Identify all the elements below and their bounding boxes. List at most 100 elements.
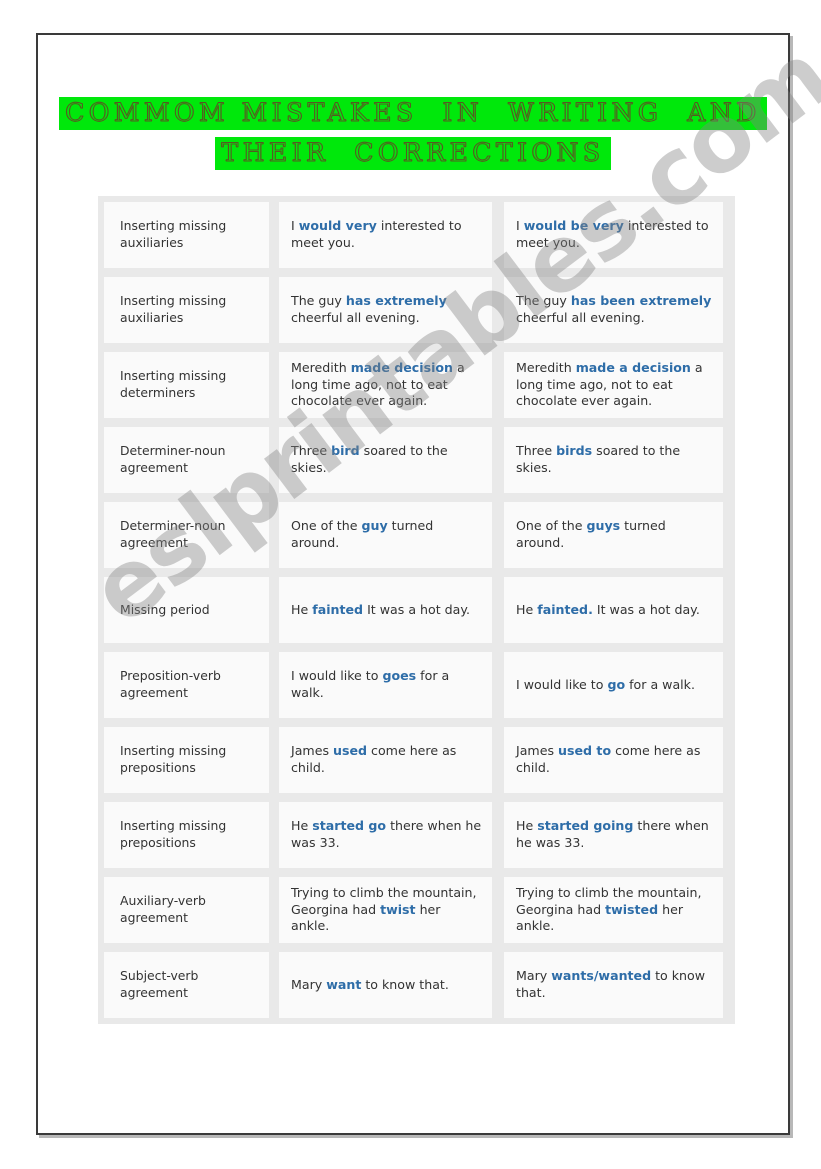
highlighted-term: has extremely xyxy=(345,293,447,309)
mistake-sentence-text: He fainted It was a hot day. xyxy=(291,602,470,619)
highlighted-term: want xyxy=(326,976,362,992)
mistake-sentence-cell: Meredith made decision a long time ago, … xyxy=(279,352,492,418)
plain-text: to know that. xyxy=(361,976,449,992)
mistake-category-cell: Determiner-noun agreement xyxy=(104,502,269,568)
mistake-category-cell: Subject-verb agreement xyxy=(104,952,269,1018)
highlighted-term: bird xyxy=(331,443,360,459)
highlighted-term: started go xyxy=(312,818,387,834)
mistake-sentence-cell: One of the guy turned around. xyxy=(279,502,492,568)
table-row: Inserting missing prepositions He started… xyxy=(104,802,730,868)
correction-sentence-text: I would be very interested to meet you. xyxy=(516,218,713,252)
correction-sentence-text: One of the guys turned around. xyxy=(516,518,713,552)
correction-sentence-cell: He started going there when he was 33. xyxy=(504,802,723,868)
mistake-sentence-text: One of the guy turned around. xyxy=(291,518,482,552)
highlighted-term: go xyxy=(607,676,626,692)
correction-sentence-text: James used to come here as child. xyxy=(516,743,713,777)
highlighted-term: would be very xyxy=(523,218,624,234)
mistake-category-cell: Inserting missing auxiliaries xyxy=(104,202,269,268)
mistake-sentence-text: Meredith made decision a long time ago, … xyxy=(291,360,482,411)
plain-text: He xyxy=(291,818,313,834)
highlighted-term: started going xyxy=(537,818,634,834)
mistake-category-text: Determiner-noun agreement xyxy=(120,443,226,475)
correction-sentence-cell: The guy has been extremely cheerful all … xyxy=(504,277,723,343)
mistake-sentence-text: Three bird soared to the skies. xyxy=(291,443,482,477)
table-row: Determiner-noun agreement One of the guy … xyxy=(104,502,730,568)
table-row: Inserting missing determiners Meredith ma… xyxy=(104,352,730,418)
plain-text: He xyxy=(516,601,538,617)
mistake-sentence-text: He started go there when he was 33. xyxy=(291,818,482,852)
plain-text: He xyxy=(516,818,538,834)
plain-text: cheerful all evening. xyxy=(291,310,420,325)
mistake-category-cell: Inserting missing determiners xyxy=(104,352,269,418)
correction-sentence-cell: Meredith made a decision a long time ago… xyxy=(504,352,723,418)
title-line-1: COMMOM MISTAKES IN WRITING AND xyxy=(59,97,767,130)
mistake-sentence-text: I would like to goes for a walk. xyxy=(291,668,482,702)
mistake-category-text: Inserting missing prepositions xyxy=(120,743,227,775)
correction-sentence-text: Three birds soared to the skies. xyxy=(516,443,713,477)
highlighted-term: would very xyxy=(298,218,377,234)
highlighted-term: goes xyxy=(382,668,417,684)
mistake-category-cell: Preposition-verb agreement xyxy=(104,652,269,718)
table-row: Determiner-noun agreement Three bird soar… xyxy=(104,427,730,493)
plain-text: James xyxy=(516,743,559,759)
highlighted-term: birds xyxy=(556,443,593,459)
highlighted-term: used xyxy=(333,743,368,759)
table-row: Inserting missing auxiliaries The guy has… xyxy=(104,277,730,343)
mistake-category-cell: Inserting missing prepositions xyxy=(104,727,269,793)
plain-text: The guy xyxy=(291,293,346,309)
plain-text: Mary xyxy=(291,976,327,992)
highlighted-term: twist xyxy=(380,901,416,917)
mistake-category-text: Subject-verb agreement xyxy=(120,968,199,1000)
correction-sentence-text: He started going there when he was 33. xyxy=(516,818,713,852)
mistake-sentence-cell: He started go there when he was 33. xyxy=(279,802,492,868)
correction-sentence-cell: Mary wants/wanted to know that. xyxy=(504,952,723,1018)
mistake-category-text: Auxiliary-verb agreement xyxy=(120,893,206,925)
highlighted-term: has been extremely xyxy=(570,293,712,309)
table-row: Auxiliary-verb agreement Trying to climb … xyxy=(104,877,730,943)
plain-text: I xyxy=(291,218,299,234)
mistake-category-text: Determiner-noun agreement xyxy=(120,518,226,550)
plain-text: Meredith xyxy=(516,359,576,375)
mistake-category-cell: Inserting missing auxiliaries xyxy=(104,277,269,343)
mistake-category-text: Preposition-verb agreement xyxy=(120,668,221,700)
plain-text: for a walk. xyxy=(625,676,695,692)
mistake-sentence-text: I would very interested to meet you. xyxy=(291,218,482,252)
plain-text: cheerful all evening. xyxy=(516,310,645,325)
plain-text: Mary xyxy=(516,968,552,984)
table-row: Missing period He fainted It was a hot da… xyxy=(104,577,730,643)
worksheet-page: COMMOM MISTAKES IN WRITING AND THEIR COR… xyxy=(36,33,790,1135)
mistake-sentence-cell: The guy has extremely cheerful all eveni… xyxy=(279,277,492,343)
highlighted-term: made decision xyxy=(350,359,454,375)
plain-text: It was a hot day. xyxy=(363,601,471,617)
mistake-category-cell: Missing period xyxy=(104,577,269,643)
highlighted-term: guy xyxy=(361,518,388,534)
correction-sentence-cell: Trying to climb the mountain, Georgina h… xyxy=(504,877,723,943)
mistake-category-text: Inserting missing prepositions xyxy=(120,818,227,850)
table-row: Preposition-verb agreement I would like t… xyxy=(104,652,730,718)
correction-sentence-cell: He fainted. It was a hot day. xyxy=(504,577,723,643)
highlighted-term: fainted xyxy=(312,601,364,617)
mistake-category-text: Inserting missing determiners xyxy=(120,368,227,400)
correction-sentence-cell: One of the guys turned around. xyxy=(504,502,723,568)
table-row: Subject-verb agreement Mary want to know … xyxy=(104,952,730,1018)
plain-text: I xyxy=(516,218,524,234)
mistake-sentence-text: Trying to climb the mountain, Georgina h… xyxy=(291,885,482,936)
mistake-sentence-cell: Three bird soared to the skies. xyxy=(279,427,492,493)
correction-sentence-cell: I would be very interested to meet you. xyxy=(504,202,723,268)
mistake-category-cell: Determiner-noun agreement xyxy=(104,427,269,493)
plain-text: I would like to xyxy=(291,668,383,684)
mistake-sentence-cell: Trying to climb the mountain, Georgina h… xyxy=(279,877,492,943)
mistake-sentence-cell: Mary want to know that. xyxy=(279,952,492,1018)
correction-sentence-text: Meredith made a decision a long time ago… xyxy=(516,360,713,411)
plain-text: One of the xyxy=(291,518,362,534)
mistake-category-text: Inserting missing auxiliaries xyxy=(120,293,227,325)
correction-sentence-cell: James used to come here as child. xyxy=(504,727,723,793)
mistakes-table: Inserting missing auxiliaries I would ver… xyxy=(98,196,735,1024)
table-row: Inserting missing prepositions James used… xyxy=(104,727,730,793)
highlighted-term: guys xyxy=(586,518,621,534)
correction-sentence-text: The guy has been extremely cheerful all … xyxy=(516,293,713,327)
correction-sentence-cell: Three birds soared to the skies. xyxy=(504,427,723,493)
highlighted-term: twisted xyxy=(605,901,659,917)
correction-sentence-text: I would like to go for a walk. xyxy=(516,677,695,694)
mistake-category-cell: Auxiliary-verb agreement xyxy=(104,877,269,943)
